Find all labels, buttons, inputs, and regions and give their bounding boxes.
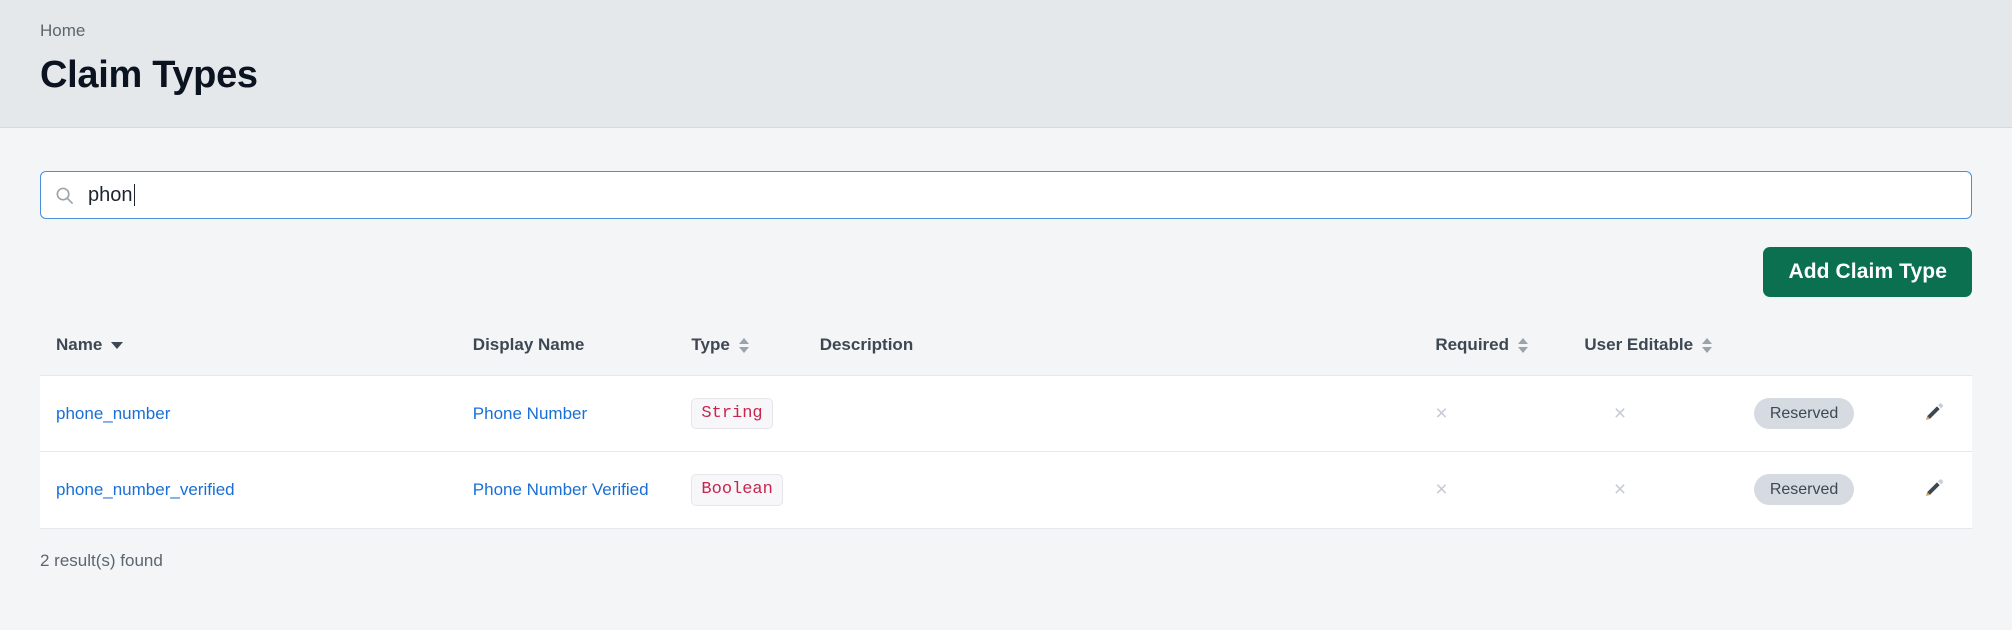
- breadcrumb[interactable]: Home: [40, 20, 2012, 42]
- table-header: Name Display Name Type Description Requi…: [40, 321, 1972, 376]
- cell-actions: [1896, 374, 1972, 452]
- column-header-user-editable[interactable]: User Editable: [1528, 321, 1713, 376]
- page-title: Claim Types: [40, 54, 258, 97]
- pencil-icon: [1923, 477, 1945, 502]
- action-row: Add Claim Type: [40, 219, 1972, 321]
- search-input[interactable]: phon: [40, 171, 1972, 219]
- cell-name: phone_number_verified: [40, 451, 473, 529]
- cell-display-name: Phone Number: [472, 374, 692, 452]
- cell-description: [819, 374, 1356, 452]
- sort-toggle-icon: [1518, 337, 1528, 353]
- column-label-description: Description: [819, 335, 914, 354]
- column-header-actions: [1896, 321, 1972, 376]
- cell-actions: [1896, 451, 1972, 529]
- cell-required: ×: [1355, 451, 1528, 529]
- cell-user-editable: ×: [1528, 451, 1713, 529]
- column-label-user-editable: User Editable: [1584, 335, 1694, 354]
- claim-type-display-name-link[interactable]: Phone Number Verified: [473, 480, 649, 499]
- cell-description: [819, 451, 1356, 529]
- type-badge: String: [691, 398, 773, 430]
- column-label-type: Type: [691, 335, 730, 354]
- column-label-required: Required: [1435, 335, 1509, 354]
- search-icon: [55, 186, 74, 205]
- claim-types-table: Name Display Name Type Description Requi…: [40, 321, 1972, 529]
- column-label-name: Name: [56, 335, 103, 354]
- body-area: phon Add Claim Type Name Display Name Ty…: [0, 128, 2012, 571]
- claim-type-display-name-link[interactable]: Phone Number: [473, 404, 587, 423]
- column-header-display-name[interactable]: Display Name: [472, 321, 692, 376]
- add-claim-type-button[interactable]: Add Claim Type: [1763, 247, 1972, 297]
- table-row: phone_number_verified Phone Number Verif…: [40, 451, 1972, 529]
- cross-icon: ×: [1435, 477, 1448, 501]
- sort-desc-icon: [111, 341, 124, 349]
- cross-icon: ×: [1435, 401, 1448, 425]
- table-body: phone_number Phone Number String × × Res…: [40, 374, 1972, 529]
- column-header-description[interactable]: Description: [819, 321, 1356, 376]
- cross-icon: ×: [1613, 401, 1627, 425]
- table-header-row: Name Display Name Type Description Requi…: [40, 321, 1972, 376]
- table-row: phone_number Phone Number String × × Res…: [40, 374, 1972, 452]
- status-badge: Reserved: [1753, 398, 1855, 430]
- column-label-display-name: Display Name: [472, 335, 585, 354]
- cell-type: Boolean: [691, 451, 820, 529]
- column-header-badge: [1712, 321, 1897, 376]
- claim-type-name-link[interactable]: phone_number_verified: [56, 480, 235, 499]
- search-input-value: phon: [88, 184, 133, 206]
- page-header: Home Claim Types: [0, 0, 2012, 128]
- column-header-type[interactable]: Type: [691, 321, 820, 376]
- cell-user-editable: ×: [1528, 374, 1713, 452]
- cross-icon: ×: [1613, 477, 1627, 501]
- cell-status: Reserved: [1712, 374, 1897, 452]
- column-header-required[interactable]: Required: [1355, 321, 1528, 376]
- column-header-name[interactable]: Name: [40, 321, 473, 376]
- sort-toggle-icon: [1702, 337, 1713, 353]
- status-badge: Reserved: [1753, 474, 1855, 506]
- cell-name: phone_number: [40, 374, 473, 452]
- sort-toggle-icon: [738, 337, 749, 353]
- cell-type: String: [691, 374, 820, 452]
- cell-required: ×: [1355, 374, 1528, 452]
- edit-claim-type-button[interactable]: [1919, 475, 1949, 505]
- type-badge: Boolean: [691, 474, 783, 506]
- search-section: phon: [40, 128, 1972, 219]
- claim-type-name-link[interactable]: phone_number: [56, 404, 170, 423]
- text-cursor: [133, 184, 135, 206]
- edit-claim-type-button[interactable]: [1919, 399, 1949, 429]
- results-count: 2 result(s) found: [40, 550, 163, 570]
- cell-status: Reserved: [1712, 451, 1897, 529]
- cell-display-name: Phone Number Verified: [472, 451, 692, 529]
- pencil-icon: [1923, 401, 1945, 426]
